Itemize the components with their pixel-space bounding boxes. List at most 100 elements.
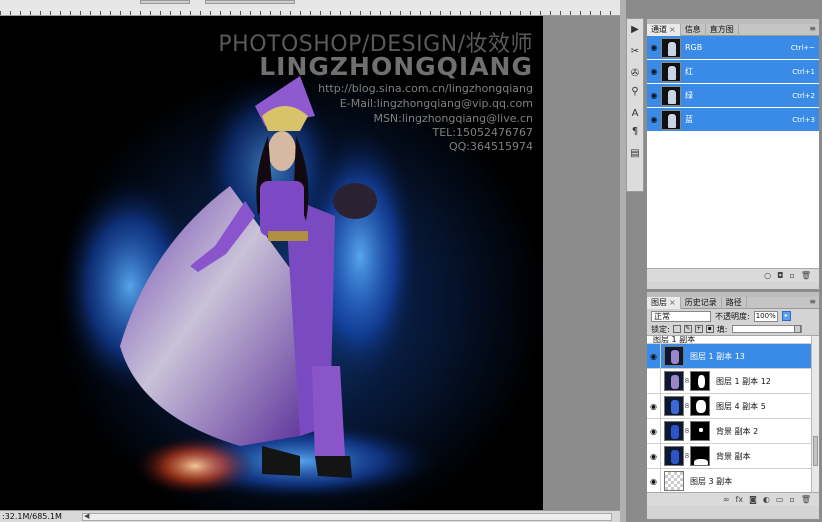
eye-icon[interactable]: ◉ bbox=[647, 418, 661, 444]
adjustment-layer-icon[interactable]: ◐ bbox=[763, 495, 770, 504]
delete-layer-icon[interactable]: 🗑 bbox=[801, 495, 811, 504]
channel-row-red[interactable]: ◉ 红 Ctrl+1 bbox=[647, 60, 819, 84]
layer-thumbnail bbox=[664, 346, 684, 366]
panel-menu-icon[interactable]: ≡ bbox=[809, 297, 816, 306]
lock-position-icon[interactable]: + bbox=[694, 325, 703, 333]
channel-row-green[interactable]: ◉ 绿 Ctrl+2 bbox=[647, 84, 819, 108]
fx-icon[interactable]: fx bbox=[736, 495, 744, 504]
channel-name: 红 bbox=[685, 67, 693, 76]
document-canvas-area[interactable]: PHOTOSHOP/DESIGN/妆效师 LINGZHONGQIANG http… bbox=[0, 16, 620, 510]
layer-name: 图层 1 副本 12 bbox=[716, 376, 771, 386]
channel-row-rgb[interactable]: ◉ RGB Ctrl+~ bbox=[647, 36, 819, 60]
channel-name: 绿 bbox=[685, 91, 693, 100]
channel-name: RGB bbox=[685, 43, 703, 52]
layer-row[interactable]: ◉ 8 图层 4 副本 5 bbox=[647, 393, 819, 419]
close-icon: × bbox=[669, 298, 676, 307]
status-bar: :32.1M/685.1M ◀ bbox=[0, 510, 620, 522]
channel-shortcut: Ctrl+~ bbox=[790, 43, 815, 52]
channel-shortcut: Ctrl+2 bbox=[792, 91, 815, 100]
layer-name: 图层 4 副本 5 bbox=[716, 401, 766, 411]
new-group-icon[interactable]: ▭ bbox=[776, 495, 784, 504]
tab-channels[interactable]: 通道 × bbox=[647, 24, 681, 36]
layer-name: 图层 3 副本 bbox=[690, 476, 733, 486]
fill-label: 填: bbox=[716, 324, 728, 334]
layers-panel: 图层 × 历史记录 路径 ≡ 正常 不透明度: 100% ▸ 锁定: ✎ + ▪ … bbox=[646, 291, 820, 520]
layer-thumbnail bbox=[664, 371, 684, 391]
tab-info[interactable]: 信息 bbox=[681, 24, 706, 36]
play-icon[interactable]: ▶ bbox=[627, 21, 643, 37]
layer-thumbnail bbox=[664, 446, 684, 466]
layers-scrollbar[interactable] bbox=[811, 336, 819, 492]
channel-thumbnail bbox=[661, 61, 681, 82]
close-icon: × bbox=[669, 25, 676, 34]
save-selection-icon[interactable]: ◘ bbox=[777, 271, 783, 280]
layer-thumbnail bbox=[664, 421, 684, 441]
channel-row-blue[interactable]: ◉ 蓝 Ctrl+3 bbox=[647, 108, 819, 132]
eye-icon[interactable]: ◉ bbox=[647, 115, 661, 124]
eye-icon[interactable]: ◉ bbox=[647, 443, 661, 469]
channel-thumbnail bbox=[661, 85, 681, 106]
channel-thumbnail bbox=[661, 109, 681, 130]
layer-mask-thumbnail[interactable] bbox=[690, 396, 710, 416]
layer-comps-icon[interactable]: ▤ bbox=[627, 145, 643, 161]
eye-icon[interactable]: ◉ bbox=[647, 468, 661, 492]
opacity-input[interactable]: 100% bbox=[753, 310, 778, 322]
character-icon[interactable]: A bbox=[627, 105, 643, 121]
fill-slider[interactable] bbox=[732, 325, 803, 333]
delete-channel-icon[interactable]: 🗑 bbox=[801, 271, 811, 280]
channel-shortcut: Ctrl+3 bbox=[792, 115, 815, 124]
layer-thumbnail bbox=[664, 471, 684, 491]
link-layers-icon[interactable]: ∞ bbox=[723, 495, 730, 504]
opacity-label: 不透明度: bbox=[715, 311, 750, 321]
tab-history[interactable]: 历史记录 bbox=[681, 297, 722, 309]
layer-row[interactable]: 8 图层 1 副本 12 bbox=[647, 368, 819, 394]
new-channel-icon[interactable]: ▫ bbox=[789, 271, 794, 280]
watermark-line: E-Mail:lingzhongqiang@vip.qq.com bbox=[339, 97, 533, 110]
tools-icon[interactable]: ✂ bbox=[627, 43, 643, 59]
eye-icon[interactable]: ◉ bbox=[647, 343, 661, 369]
horizontal-ruler bbox=[0, 0, 620, 16]
add-mask-icon[interactable]: ◙ bbox=[749, 495, 757, 504]
eye-hidden-icon[interactable] bbox=[647, 368, 661, 394]
layer-name: 图层 1 副本 13 bbox=[690, 351, 745, 361]
watermark-line: QQ:364515974 bbox=[448, 140, 533, 153]
layer-mask-thumbnail[interactable] bbox=[690, 446, 710, 466]
stamp-icon[interactable]: ⚲ bbox=[627, 83, 643, 99]
layer-row[interactable]: ◉ 图层 1 副本 13 bbox=[647, 343, 819, 369]
channels-panel: 通道 × 信息 直方图 ≡ ◉ RGB Ctrl+~ ◉ 红 Ctrl+1 ◉ 绿 bbox=[646, 18, 820, 290]
layer-list: 图层 1 副本 ◉ 图层 1 副本 13 8 图层 1 副本 12 ◉ 8 图层… bbox=[647, 336, 819, 492]
eye-icon[interactable]: ◉ bbox=[647, 43, 661, 52]
lock-transparency-icon[interactable] bbox=[672, 325, 681, 333]
eye-icon[interactable]: ◉ bbox=[647, 67, 661, 76]
watermark-line: http://blog.sina.com.cn/lingzhongqiang bbox=[318, 82, 533, 95]
layer-name: 背景 副本 bbox=[716, 451, 751, 461]
tab-paths[interactable]: 路径 bbox=[722, 297, 747, 309]
layer-row[interactable]: ◉ 图层 3 副本 bbox=[647, 468, 819, 492]
tab-histogram[interactable]: 直方图 bbox=[706, 24, 739, 36]
layer-mask-thumbnail[interactable] bbox=[690, 371, 710, 391]
blend-mode-select[interactable]: 正常 bbox=[651, 310, 711, 322]
clone-source-icon[interactable]: ✇ bbox=[627, 65, 643, 81]
paragraph-icon[interactable]: ¶ bbox=[627, 123, 643, 139]
lock-all-icon[interactable]: ▪ bbox=[705, 325, 714, 333]
chevron-right-icon[interactable]: ▸ bbox=[781, 311, 791, 321]
document-size-readout[interactable]: :32.1M/685.1M bbox=[2, 512, 62, 521]
eye-icon[interactable]: ◉ bbox=[647, 91, 661, 100]
new-layer-icon[interactable]: ▫ bbox=[789, 495, 794, 504]
layer-row[interactable]: ◉ 8 背景 副本 bbox=[647, 443, 819, 469]
layer-name: 背景 副本 2 bbox=[716, 426, 759, 436]
layer-thumbnail bbox=[664, 396, 684, 416]
horizontal-scrollbar[interactable]: ◀ bbox=[82, 512, 612, 521]
tab-layers[interactable]: 图层 × bbox=[647, 297, 681, 309]
eye-icon[interactable]: ◉ bbox=[647, 393, 661, 419]
lock-pixels-icon[interactable]: ✎ bbox=[683, 325, 692, 333]
layer-row-partial[interactable]: 图层 1 副本 bbox=[647, 336, 819, 344]
layer-mask-thumbnail[interactable] bbox=[690, 421, 710, 441]
photoshop-workspace: PHOTOSHOP/DESIGN/妆效师 LINGZHONGQIANG http… bbox=[0, 0, 822, 522]
panel-menu-icon[interactable]: ≡ bbox=[809, 24, 816, 33]
layers-panel-footer: ∞ fx ◙ ◐ ▭ ▫ 🗑 bbox=[647, 492, 819, 506]
layer-row[interactable]: ◉ 8 背景 副本 2 bbox=[647, 418, 819, 444]
scroll-left-icon[interactable]: ◀ bbox=[84, 512, 89, 520]
artwork-image: PHOTOSHOP/DESIGN/妆效师 LINGZHONGQIANG http… bbox=[0, 16, 543, 510]
load-selection-icon[interactable]: ○ bbox=[764, 271, 771, 280]
